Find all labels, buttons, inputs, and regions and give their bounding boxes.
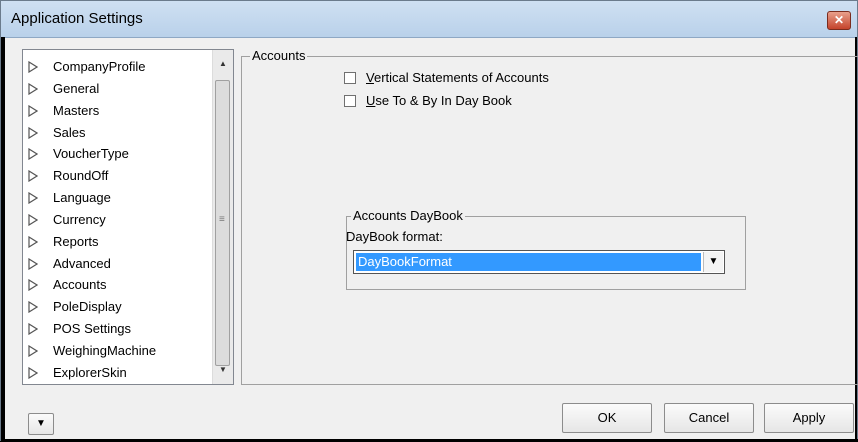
tree-item-label: POS Settings <box>53 321 132 337</box>
daybook-format-value: DayBookFormat <box>355 252 702 272</box>
tree-item-label: Masters <box>53 102 100 118</box>
ok-button[interactable]: OK <box>562 403 652 433</box>
tree-item-roundoff[interactable]: RoundOff <box>23 165 213 187</box>
tree-item-label: PoleDisplay <box>53 299 122 315</box>
expand-arrow-icon[interactable] <box>28 192 38 205</box>
tree-item-label: RoundOff <box>53 168 109 184</box>
tree-item-accounts[interactable]: Accounts <box>23 274 213 296</box>
vertical-statements-option[interactable]: Vertical Statements of Accounts <box>344 70 549 85</box>
expand-arrow-icon[interactable] <box>28 213 38 226</box>
tree-item-label: ExplorerSkin <box>53 364 127 380</box>
tree-item-label: Advanced <box>53 255 111 271</box>
tree-item-label: Language <box>53 190 111 206</box>
tree-item-label: Sales <box>53 124 86 140</box>
tree-item-language[interactable]: Language <box>23 187 213 209</box>
expand-arrow-icon[interactable] <box>28 148 38 161</box>
expand-arrow-icon[interactable] <box>28 126 38 139</box>
tree-item-sales[interactable]: Sales <box>23 122 213 144</box>
title-bar[interactable]: Application Settings ✕ <box>1 1 857 38</box>
settings-tree-items: CompanyProfile General Masters Sales Voucher… <box>23 56 213 384</box>
tree-item-general[interactable]: General <box>23 78 213 100</box>
use-to-by-label: Use To & By In Day Book <box>366 93 512 108</box>
use-to-by-option[interactable]: Use To & By In Day Book <box>344 93 512 108</box>
tree-item-label: CompanyProfile <box>53 59 146 74</box>
tree-item-reports[interactable]: Reports <box>23 231 213 253</box>
cancel-button[interactable]: Cancel <box>664 403 754 433</box>
tree-item-pos-settings[interactable]: POS Settings <box>23 318 213 340</box>
chevron-down-icon: ▼ <box>36 418 46 429</box>
expand-arrow-icon[interactable] <box>28 301 38 314</box>
tree-item-weighingmachine[interactable]: WeighingMachine <box>23 340 213 362</box>
scrollbar-thumb[interactable]: ≡ <box>215 80 230 366</box>
scroll-up-arrow-icon[interactable]: ▲ <box>213 54 233 74</box>
tree-item-label: WeighingMachine <box>53 342 157 358</box>
expand-arrow-icon[interactable] <box>28 366 38 379</box>
expand-arrow-icon[interactable] <box>28 344 38 357</box>
close-button[interactable]: ✕ <box>827 11 851 30</box>
tree-item-poledisplay[interactable]: PoleDisplay <box>23 296 213 318</box>
tree-scrollbar[interactable]: ▲ ≡ ▼ <box>212 50 233 384</box>
tree-item-label: Reports <box>53 233 99 249</box>
window-edge <box>1 37 5 440</box>
tree-item-vouchertype[interactable]: VoucherType <box>23 143 213 165</box>
apply-button[interactable]: Apply <box>764 403 854 433</box>
tree-item-masters[interactable]: Masters <box>23 100 213 122</box>
window-title: Application Settings <box>11 10 143 27</box>
tree-item-companyprofile[interactable]: CompanyProfile <box>23 56 213 78</box>
tree-item-explorerskin[interactable]: ExplorerSkin <box>23 362 213 384</box>
daybook-format-label: DayBook format: <box>346 229 443 244</box>
vertical-statements-checkbox[interactable] <box>344 71 356 84</box>
expand-arrow-icon[interactable] <box>28 104 38 117</box>
tree-item-label: Accounts <box>53 277 107 293</box>
tree-item-label: Currency <box>53 211 106 227</box>
application-settings-window: Application Settings ✕ CompanyProfile Gen… <box>0 0 858 442</box>
expand-arrow-icon[interactable] <box>28 323 38 336</box>
accounts-group-label: Accounts <box>250 48 308 63</box>
expand-arrow-icon[interactable] <box>28 170 38 183</box>
tree-item-label: VoucherType <box>53 146 129 162</box>
daybook-format-select[interactable]: DayBookFormat ▼ <box>353 250 725 274</box>
expand-arrow-icon[interactable] <box>28 82 38 95</box>
accounts-daybook-group-label: Accounts DayBook <box>351 208 465 223</box>
settings-tree[interactable]: CompanyProfile General Masters Sales Voucher… <box>22 49 234 385</box>
close-icon: ✕ <box>833 13 845 27</box>
vertical-statements-label: Vertical Statements of Accounts <box>366 70 549 85</box>
scrollbar-grip-icon: ≡ <box>219 214 225 225</box>
expand-arrow-icon[interactable] <box>28 61 38 73</box>
tree-item-advanced[interactable]: Advanced <box>23 253 213 275</box>
tree-item-label: General <box>53 80 100 96</box>
scroll-down-arrow-icon[interactable]: ▼ <box>213 360 233 380</box>
use-to-by-checkbox[interactable] <box>344 94 356 107</box>
tree-item-currency[interactable]: Currency <box>23 209 213 231</box>
chevron-down-icon[interactable]: ▼ <box>703 252 723 272</box>
options-dropdown-button[interactable]: ▼ <box>28 413 54 435</box>
expand-arrow-icon[interactable] <box>28 235 38 248</box>
expand-arrow-icon[interactable] <box>28 279 38 292</box>
expand-arrow-icon[interactable] <box>28 257 38 270</box>
